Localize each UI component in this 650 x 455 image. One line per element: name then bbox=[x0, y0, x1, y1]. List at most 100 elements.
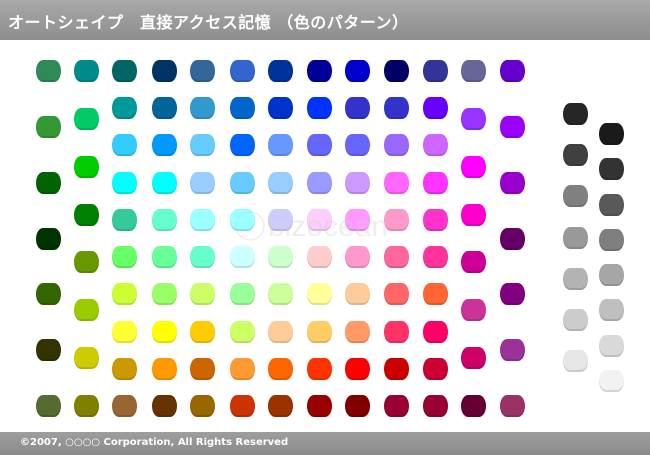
color-swatch[interactable] bbox=[345, 320, 370, 343]
color-swatch[interactable] bbox=[307, 357, 332, 380]
color-swatch[interactable] bbox=[423, 395, 448, 417]
color-swatch[interactable] bbox=[112, 395, 137, 417]
color-swatch[interactable] bbox=[461, 60, 486, 82]
color-swatch[interactable] bbox=[307, 246, 332, 269]
gray-swatch[interactable] bbox=[599, 370, 624, 392]
color-swatch[interactable] bbox=[268, 283, 293, 306]
color-swatch[interactable] bbox=[230, 320, 255, 343]
color-swatch[interactable] bbox=[384, 60, 409, 82]
color-swatch[interactable] bbox=[268, 246, 293, 269]
color-swatch[interactable] bbox=[384, 171, 409, 194]
color-swatch[interactable] bbox=[112, 208, 137, 231]
color-swatch[interactable] bbox=[74, 60, 99, 82]
color-swatch[interactable] bbox=[423, 246, 448, 269]
color-swatch[interactable] bbox=[307, 395, 332, 417]
color-swatch[interactable] bbox=[345, 60, 370, 82]
color-swatch[interactable] bbox=[500, 60, 525, 82]
color-swatch[interactable] bbox=[268, 60, 293, 82]
color-swatch[interactable] bbox=[190, 171, 215, 194]
color-swatch[interactable] bbox=[190, 134, 215, 157]
color-swatch[interactable] bbox=[230, 395, 255, 417]
color-swatch[interactable] bbox=[152, 320, 177, 343]
color-swatch[interactable] bbox=[230, 97, 255, 120]
color-swatch[interactable] bbox=[112, 60, 137, 82]
color-swatch[interactable] bbox=[461, 395, 486, 417]
color-swatch[interactable] bbox=[152, 208, 177, 231]
color-swatch[interactable] bbox=[423, 320, 448, 343]
color-swatch[interactable] bbox=[74, 299, 99, 322]
color-swatch[interactable] bbox=[500, 283, 525, 306]
color-swatch[interactable] bbox=[384, 320, 409, 343]
color-swatch[interactable] bbox=[500, 171, 525, 194]
color-swatch[interactable] bbox=[423, 97, 448, 120]
color-swatch[interactable] bbox=[112, 320, 137, 343]
color-swatch[interactable] bbox=[307, 171, 332, 194]
color-swatch[interactable] bbox=[190, 357, 215, 380]
gray-swatch[interactable] bbox=[563, 144, 588, 167]
color-swatch[interactable] bbox=[345, 208, 370, 231]
color-swatch[interactable] bbox=[112, 283, 137, 306]
color-swatch[interactable] bbox=[36, 395, 61, 417]
gray-swatch[interactable] bbox=[563, 103, 588, 125]
color-swatch[interactable] bbox=[190, 320, 215, 343]
color-swatch[interactable] bbox=[36, 115, 61, 138]
color-swatch[interactable] bbox=[384, 246, 409, 269]
color-swatch[interactable] bbox=[268, 395, 293, 417]
color-swatch[interactable] bbox=[36, 227, 61, 250]
color-swatch[interactable] bbox=[461, 299, 486, 322]
color-swatch[interactable] bbox=[36, 283, 61, 306]
gray-swatch[interactable] bbox=[563, 350, 588, 372]
color-swatch[interactable] bbox=[423, 134, 448, 157]
color-swatch[interactable] bbox=[152, 134, 177, 157]
color-swatch[interactable] bbox=[461, 107, 486, 130]
color-swatch[interactable] bbox=[307, 134, 332, 157]
color-swatch[interactable] bbox=[384, 208, 409, 231]
color-swatch[interactable] bbox=[74, 203, 99, 226]
gray-swatch[interactable] bbox=[563, 185, 588, 208]
gray-swatch[interactable] bbox=[599, 123, 624, 145]
gray-swatch[interactable] bbox=[599, 158, 624, 181]
gray-swatch[interactable] bbox=[599, 334, 624, 357]
color-swatch[interactable] bbox=[152, 357, 177, 380]
color-swatch[interactable] bbox=[74, 155, 99, 178]
color-swatch[interactable] bbox=[461, 347, 486, 370]
color-swatch[interactable] bbox=[190, 60, 215, 82]
color-swatch[interactable] bbox=[345, 246, 370, 269]
color-swatch[interactable] bbox=[268, 357, 293, 380]
color-swatch[interactable] bbox=[152, 60, 177, 82]
color-swatch[interactable] bbox=[345, 171, 370, 194]
color-swatch[interactable] bbox=[112, 246, 137, 269]
color-swatch[interactable] bbox=[423, 208, 448, 231]
color-swatch[interactable] bbox=[152, 246, 177, 269]
color-swatch[interactable] bbox=[36, 339, 61, 362]
gray-swatch[interactable] bbox=[599, 264, 624, 287]
color-swatch[interactable] bbox=[152, 171, 177, 194]
color-swatch[interactable] bbox=[461, 203, 486, 226]
color-swatch[interactable] bbox=[190, 246, 215, 269]
color-swatch[interactable] bbox=[268, 320, 293, 343]
color-swatch[interactable] bbox=[307, 208, 332, 231]
color-swatch[interactable] bbox=[307, 283, 332, 306]
color-swatch[interactable] bbox=[345, 283, 370, 306]
gray-swatch[interactable] bbox=[563, 267, 588, 290]
color-swatch[interactable] bbox=[500, 115, 525, 138]
color-swatch[interactable] bbox=[268, 97, 293, 120]
color-swatch[interactable] bbox=[307, 97, 332, 120]
color-swatch[interactable] bbox=[74, 395, 99, 417]
color-swatch[interactable] bbox=[112, 357, 137, 380]
color-swatch[interactable] bbox=[500, 339, 525, 362]
gray-swatch[interactable] bbox=[563, 308, 588, 331]
color-swatch[interactable] bbox=[268, 134, 293, 157]
color-swatch[interactable] bbox=[112, 97, 137, 120]
color-swatch[interactable] bbox=[152, 97, 177, 120]
color-swatch[interactable] bbox=[384, 283, 409, 306]
color-swatch[interactable] bbox=[345, 134, 370, 157]
color-swatch[interactable] bbox=[190, 283, 215, 306]
color-swatch[interactable] bbox=[74, 347, 99, 370]
color-swatch[interactable] bbox=[461, 155, 486, 178]
color-swatch[interactable] bbox=[384, 134, 409, 157]
color-swatch[interactable] bbox=[152, 283, 177, 306]
color-swatch[interactable] bbox=[461, 251, 486, 274]
color-swatch[interactable] bbox=[423, 357, 448, 380]
color-swatch[interactable] bbox=[268, 208, 293, 231]
